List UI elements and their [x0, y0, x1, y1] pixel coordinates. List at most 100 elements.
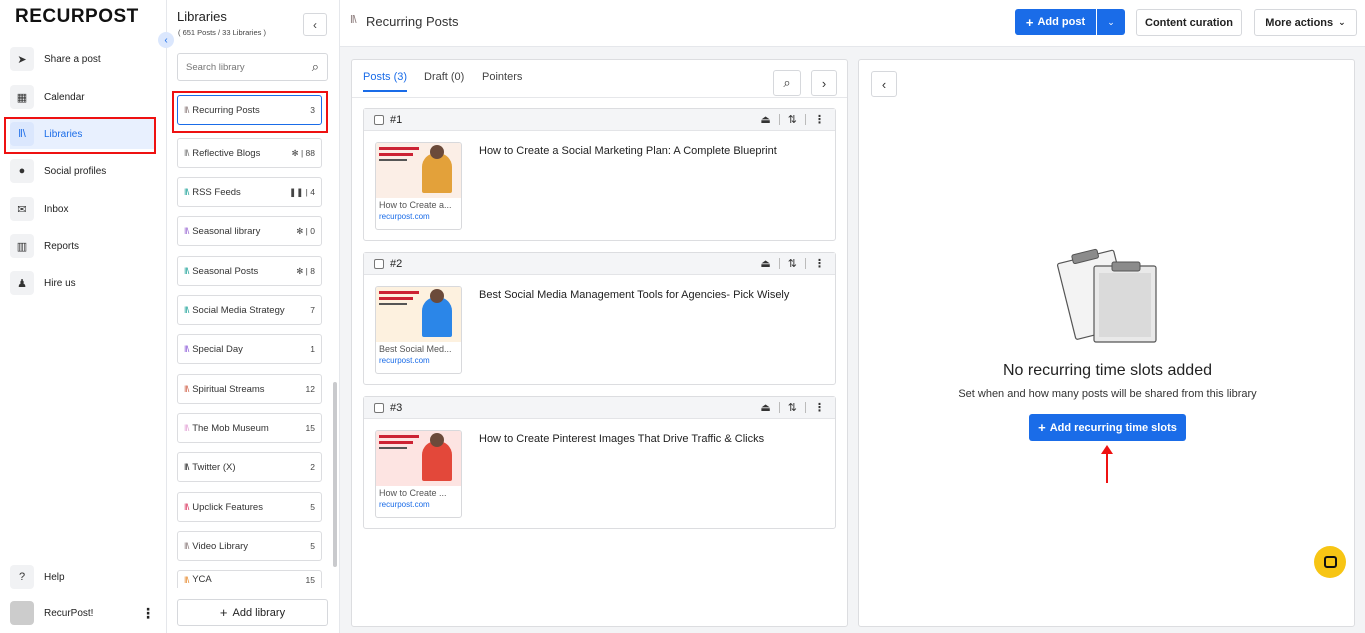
top-bar: ‖\ Recurring Posts + Add post ⌄ Content …	[340, 0, 1365, 47]
post-thumbnail[interactable]: Best Social Med... recurpost.com	[375, 286, 462, 374]
library-item[interactable]: ‖\ The Mob Museum 15	[177, 413, 322, 443]
nav-item-social-profiles[interactable]: ● Social profiles	[10, 156, 155, 186]
library-name: Reflective Blogs	[192, 147, 261, 159]
recurpost-logo: RECURPOST	[15, 6, 139, 27]
library-icon: ‖\	[184, 541, 189, 551]
post-checkbox[interactable]	[374, 258, 384, 269]
divider	[778, 402, 780, 413]
post-title[interactable]: How to Create a Social Marketing Plan: A…	[479, 145, 777, 157]
schedule-icon[interactable]: ⏏	[760, 401, 770, 414]
post-card[interactable]: #1 ⏏ ⇅ ⋮ How to Create a... recurpost.com How …	[363, 108, 836, 241]
chat-support-button[interactable]	[1314, 546, 1346, 578]
kebab-menu-icon[interactable]: ⋮	[814, 257, 825, 270]
library-item[interactable]: ‖\ Social Media Strategy 7	[177, 295, 322, 325]
library-count: 7	[310, 305, 315, 315]
user-circle-icon: ●	[10, 159, 34, 183]
tab-posts[interactable]: Posts (3)	[363, 71, 408, 92]
add-recurring-time-slots-button[interactable]: + Add recurring time slots	[1029, 414, 1186, 441]
search-icon[interactable]: ⌕	[312, 59, 319, 75]
library-icon: ‖\	[184, 423, 189, 433]
sort-icon[interactable]: ⇅	[788, 257, 797, 270]
recurring-posts-highlight-box	[172, 91, 328, 133]
library-item[interactable]: ‖\ Special Day 1	[177, 334, 322, 364]
library-name: YCA	[192, 574, 212, 585]
tab-draft[interactable]: Draft (0)	[424, 71, 464, 83]
add-post-button[interactable]: + Add post	[1015, 9, 1096, 35]
send-icon: ➤	[10, 47, 34, 71]
post-thumbnail[interactable]: How to Create ... recurpost.com	[375, 430, 462, 518]
library-count: ✻ | 0	[296, 226, 315, 237]
nav-item-hire-us[interactable]: ♟ Hire us	[10, 268, 155, 298]
library-item[interactable]: ‖\ Reflective Blogs ✻ | 88	[177, 138, 322, 168]
libraries-panel: Libraries ( 651 Posts / 33 Libraries ) ‹…	[167, 0, 340, 633]
posts-panel: Posts (3) Draft (0) Pointers ⌕ › #1 ⏏ ⇅ ⋮ Ho…	[351, 59, 848, 627]
account-menu[interactable]: RecurPost! ⋮	[10, 598, 155, 628]
thumbnail-domain: recurpost.com	[379, 212, 430, 221]
kebab-menu-icon[interactable]: ⋮	[814, 113, 825, 126]
library-name: The Mob Museum	[192, 422, 269, 434]
library-name: Twitter (X)	[192, 461, 236, 473]
library-item[interactable]: ‖\ Video Library 5	[177, 531, 322, 561]
post-card[interactable]: #2 ⏏ ⇅ ⋮ Best Social Med... recurpost.com Best…	[363, 252, 836, 385]
thumbnail-image	[376, 143, 461, 198]
search-library-field[interactable]: ⌕	[177, 53, 328, 81]
post-card[interactable]: #3 ⏏ ⇅ ⋮ How to Create ... recurpost.com How t…	[363, 396, 836, 529]
library-icon: ‖\	[184, 502, 189, 512]
kebab-menu-icon[interactable]: ⋮	[141, 605, 155, 622]
more-actions-button[interactable]: More actions ⌄	[1254, 9, 1357, 36]
library-count-value: 5	[310, 502, 315, 512]
next-button[interactable]: ›	[811, 70, 837, 96]
library-item[interactable]: ‖\ RSS Feeds ❚❚ | 4	[177, 177, 322, 207]
post-title[interactable]: How to Create Pinterest Images That Driv…	[479, 433, 764, 445]
library-count-value: 8	[310, 265, 315, 276]
reports-icon: ▥	[10, 234, 34, 258]
library-count: 1	[310, 344, 315, 354]
collapse-nav-button[interactable]: ‹	[158, 32, 174, 48]
library-icon: ‖\	[350, 14, 357, 26]
tab-pointers[interactable]: Pointers	[482, 71, 522, 83]
search-library-input[interactable]	[186, 61, 296, 73]
search-posts-button[interactable]: ⌕	[773, 70, 801, 96]
library-item[interactable]: ‖\ Seasonal library ✻ | 0	[177, 216, 322, 246]
library-count: 15	[306, 575, 315, 585]
add-library-button[interactable]: + Add library	[177, 599, 328, 626]
collapse-libraries-button[interactable]: ‹	[303, 13, 327, 36]
nav-item-inbox[interactable]: ✉ Inbox	[10, 194, 155, 224]
schedule-icon[interactable]: ⏏	[760, 113, 770, 126]
nav-item-reports[interactable]: ▥ Reports	[10, 231, 155, 261]
nav-item-calendar[interactable]: ▦ Calendar	[10, 82, 155, 112]
post-checkbox[interactable]	[374, 114, 384, 125]
content-curation-button[interactable]: Content curation	[1136, 9, 1242, 36]
person-icon: ♟	[10, 271, 34, 295]
library-item[interactable]: ‖\ Upclick Features 5	[177, 492, 322, 522]
library-icon: ‖\	[184, 344, 189, 354]
library-count-value: 5	[310, 541, 315, 551]
divider	[778, 258, 780, 269]
nav-item-help[interactable]: ? Help	[10, 562, 155, 592]
calendar-icon: ▦	[10, 85, 34, 109]
thumbnail-image	[376, 431, 461, 486]
thumbnail-title: How to Create a...	[379, 200, 452, 210]
library-item[interactable]: ‖\ Twitter (X) 2	[177, 452, 322, 482]
library-item[interactable]: ‖\ Spiritual Streams 12	[177, 374, 322, 404]
post-thumbnail[interactable]: How to Create a... recurpost.com	[375, 142, 462, 230]
scrollbar[interactable]	[333, 382, 337, 567]
library-item[interactable]: ‖\ Seasonal Posts ✻ | 8	[177, 256, 322, 286]
library-count: 15	[306, 423, 315, 433]
schedule-icon[interactable]: ⏏	[760, 257, 770, 270]
kebab-menu-icon[interactable]: ⋮	[814, 401, 825, 414]
post-checkbox[interactable]	[374, 402, 384, 413]
sort-icon[interactable]: ⇅	[788, 113, 797, 126]
nav-item-share-a-post[interactable]: ➤ Share a post	[10, 44, 155, 74]
collapse-panel-button[interactable]: ‹	[871, 71, 897, 97]
avatar	[10, 601, 34, 625]
sort-icon[interactable]: ⇅	[788, 401, 797, 414]
add-post-dropdown-button[interactable]: ⌄	[1097, 9, 1125, 35]
post-title[interactable]: Best Social Media Management Tools for A…	[479, 289, 789, 301]
library-name: Seasonal library	[192, 225, 261, 237]
library-icon: ‖\	[184, 384, 189, 394]
library-count-value: 12	[305, 384, 315, 394]
library-icon: ‖\	[184, 574, 189, 585]
library-count: 2	[310, 462, 315, 472]
library-item[interactable]: ‖\ YCA 15	[177, 570, 322, 588]
